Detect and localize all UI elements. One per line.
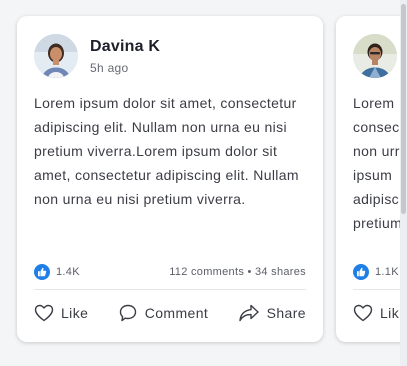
likes-summary[interactable]: 1.4K — [34, 264, 80, 280]
post-header — [353, 32, 407, 80]
post-stats: 1.1K — [353, 262, 407, 282]
author-avatar[interactable] — [353, 34, 397, 78]
author-meta: Davina K 5h ago — [90, 37, 160, 75]
post-text-line: ipsum — [353, 167, 393, 183]
author-avatar[interactable] — [34, 34, 78, 78]
scrollbar-thumb[interactable] — [401, 4, 406, 214]
likes-count: 1.1K — [375, 266, 399, 278]
post-text: Lorem consec non urr ipsum adipisc preti… — [353, 91, 407, 235]
like-button[interactable]: Lik — [353, 304, 399, 322]
author-name[interactable]: Davina K — [90, 37, 160, 57]
post-time: 5h ago — [90, 61, 129, 75]
comment-button[interactable]: Comment — [118, 303, 208, 323]
post-actions: Like Comment Share — [34, 298, 306, 328]
post-text: Lorem ipsum dolor sit amet, consectetur … — [34, 95, 299, 207]
comment-bubble-icon — [119, 304, 136, 322]
post-text-line: non urr — [353, 143, 400, 159]
post-text-line: consec — [353, 119, 400, 135]
share-label: Share — [266, 305, 306, 321]
comment-label: Comment — [144, 305, 209, 321]
post-text-line: pretium — [353, 215, 403, 231]
post-card: Lorem consec non urr ipsum adipisc preti… — [336, 16, 407, 342]
post-text-line: adipisc — [353, 191, 400, 207]
thumbs-up-icon — [353, 264, 369, 280]
divider — [353, 289, 407, 290]
divider — [34, 289, 306, 290]
heart-icon — [353, 304, 373, 322]
likes-count: 1.4K — [56, 266, 80, 278]
like-label: Lik — [380, 305, 400, 321]
like-label: Like — [61, 305, 89, 321]
post-stats: 1.4K 112 comments • 34 shares — [34, 262, 306, 282]
like-button[interactable]: Like — [34, 304, 88, 322]
likes-summary[interactable]: 1.1K — [353, 264, 399, 280]
share-button[interactable]: Share — [238, 303, 306, 323]
feed-viewport: Davina K 5h ago Lorem ipsum dolor sit am… — [0, 0, 407, 366]
post-card: Davina K 5h ago Lorem ipsum dolor sit am… — [17, 16, 323, 342]
post-header: Davina K 5h ago — [34, 32, 306, 80]
vertical-scrollbar[interactable] — [400, 0, 407, 366]
heart-icon — [34, 304, 54, 322]
thumbs-up-icon — [34, 264, 50, 280]
share-arrow-icon — [238, 304, 259, 322]
post-text-line: Lorem — [353, 95, 395, 111]
engagement-summary[interactable]: 112 comments • 34 shares — [169, 266, 306, 278]
post-actions: Lik — [353, 298, 407, 328]
